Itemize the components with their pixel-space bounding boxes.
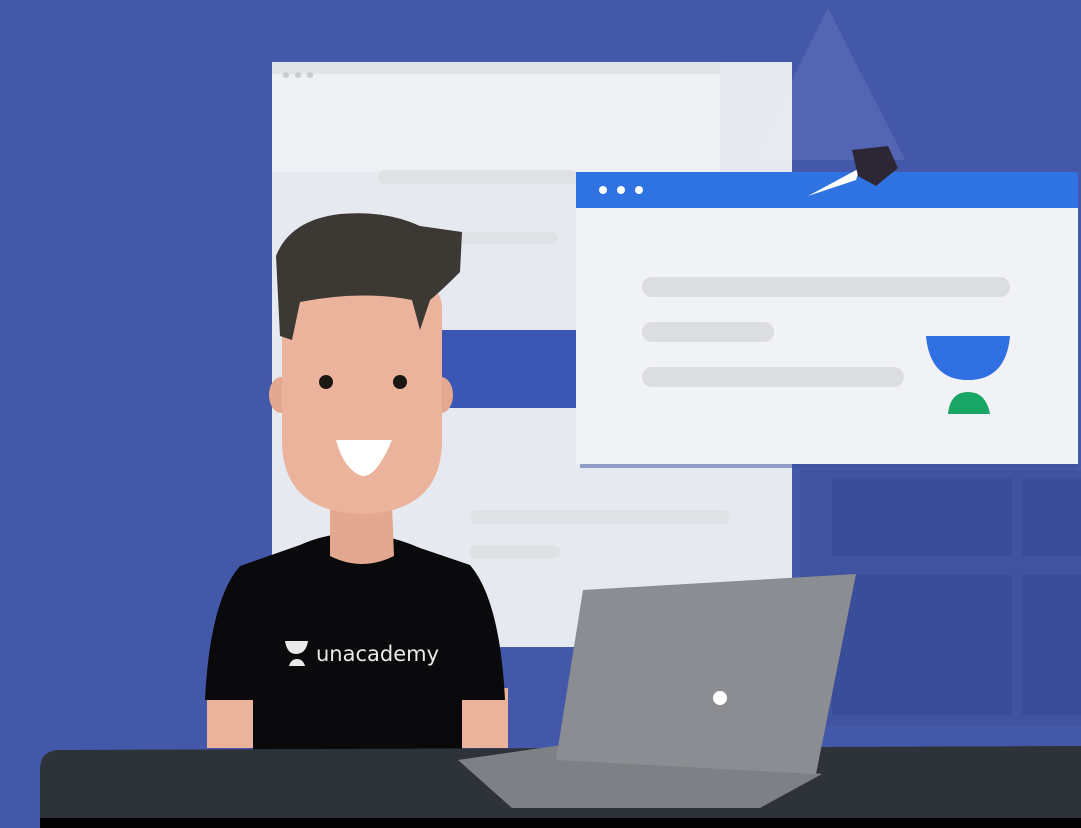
right-eye <box>393 375 407 389</box>
window-dots-icon <box>283 72 313 78</box>
illustration-scene: unacademy <box>0 0 1081 828</box>
tshirt-brand-text: unacademy <box>316 642 439 666</box>
window-dots-icon <box>599 186 643 194</box>
desk-edge <box>40 818 1081 828</box>
laptop-logo-icon <box>713 691 727 705</box>
left-eye <box>319 375 333 389</box>
front-browser-window <box>576 172 1078 468</box>
laptop-screen-back <box>556 574 856 774</box>
